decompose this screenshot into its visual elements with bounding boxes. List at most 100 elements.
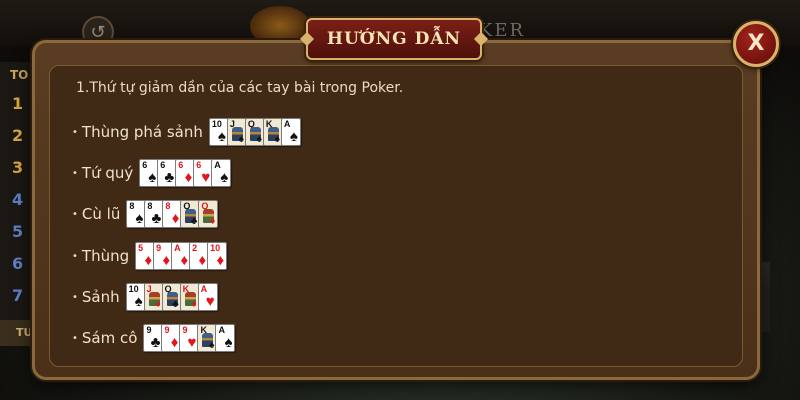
- playing-card: 6 ♦: [175, 159, 196, 187]
- close-button[interactable]: X: [733, 21, 779, 67]
- card-suit-icon: ♦: [162, 252, 171, 269]
- bullet-icon: •: [72, 126, 78, 138]
- playing-card: J ♠: [226, 118, 247, 146]
- card-suit-icon: ♠: [148, 169, 157, 186]
- playing-card: Q ♠: [244, 118, 265, 146]
- hand-name: Thùng phá sảnh: [81, 123, 203, 141]
- card-suit-icon: ♣: [172, 299, 179, 310]
- hand-row-straight: • Sảnh 10 ♠ J ♦ Q ♣ K ♦ A ♥: [72, 283, 218, 311]
- card-rank: 5: [138, 243, 144, 253]
- card-suit-icon: ♠: [209, 340, 215, 351]
- card-suit-icon: ♦: [210, 216, 216, 227]
- card-group: 5 ♦ 9 ♦ A ♦ 2 ♦ 10 ♦: [135, 242, 228, 270]
- bullet-icon: •: [72, 332, 78, 344]
- playing-card: 9 ♥: [179, 324, 200, 352]
- card-suit-icon: ♥: [205, 293, 215, 310]
- hand-row-royal-flush: • Thùng phá sảnh 10 ♠ J ♠ Q ♠ K ♠ A ♠: [72, 118, 301, 146]
- playing-card: 2 ♦: [189, 242, 210, 270]
- playing-card: K ♠: [197, 324, 218, 352]
- playing-card: Q ♦: [198, 200, 219, 228]
- card-group: 8 ♠ 8 ♣ 8 ♦ Q ♣ Q ♦: [126, 200, 219, 228]
- card-rank: 2: [192, 243, 198, 253]
- card-rank: 9: [164, 325, 170, 335]
- card-suit-icon: ♠: [134, 293, 143, 310]
- card-suit-icon: ♥: [187, 334, 197, 351]
- card-suit-icon: ♦: [180, 252, 189, 269]
- card-suit-icon: ♦: [170, 334, 179, 351]
- hand-name: Sảnh: [81, 288, 120, 306]
- playing-card: 10 ♦: [207, 242, 228, 270]
- leaderboard-footer[interactable]: TU: [0, 320, 36, 346]
- bullet-icon: •: [72, 250, 78, 262]
- playing-card: Q ♣: [180, 200, 201, 228]
- card-suit-icon: ♠: [289, 128, 298, 145]
- playing-card: 10 ♠: [208, 118, 229, 146]
- card-suit-icon: ♠: [135, 210, 144, 227]
- hand-row-three-of-a-kind: • Sám cô 9 ♣ 9 ♦ 9 ♥ K ♠ A ♠: [72, 324, 236, 352]
- bullet-icon: •: [72, 208, 78, 220]
- leaderboard-rank: 1: [12, 94, 24, 113]
- leaderboard-rank: 6: [12, 254, 24, 273]
- bullet-icon: •: [72, 167, 78, 179]
- playing-card: A ♠: [280, 118, 301, 146]
- card-suit-icon: ♠: [238, 134, 244, 145]
- instructions-intro: 1.Thứ tự giảm dần của các tay bài trong …: [76, 80, 404, 96]
- card-suit-icon: ♥: [201, 169, 211, 186]
- playing-card: A ♠: [211, 159, 232, 187]
- card-rank: 8: [129, 201, 135, 211]
- card-suit-icon: ♦: [184, 169, 193, 186]
- playing-card: 9 ♦: [161, 324, 182, 352]
- playing-card: A ♥: [197, 283, 218, 311]
- playing-card: 6 ♥: [193, 159, 214, 187]
- playing-card: A ♠: [215, 324, 236, 352]
- playing-card: 6 ♠: [139, 159, 160, 187]
- playing-card: 5 ♦: [135, 242, 156, 270]
- playing-card: A ♦: [171, 242, 192, 270]
- playing-card: K ♠: [262, 118, 283, 146]
- hand-name: Tứ quý: [81, 164, 134, 182]
- card-rank: 9: [156, 243, 162, 253]
- leaderboard-rank: 7: [12, 286, 24, 305]
- card-suit-icon: ♣: [190, 216, 198, 227]
- card-rank: 6: [178, 160, 184, 170]
- playing-card: J ♦: [143, 283, 164, 311]
- dialog-title-plate: HƯỚNG DẪN: [306, 18, 482, 60]
- leaderboard-rank: 4: [12, 190, 24, 209]
- hand-row-four-of-a-kind: • Tứ quý 6 ♠ 6 ♣ 6 ♦ 6 ♥ A ♠: [72, 159, 232, 187]
- card-suit-icon: ♠: [256, 134, 262, 145]
- playing-card: 6 ♣: [157, 159, 178, 187]
- card-suit-icon: ♠: [274, 134, 280, 145]
- card-rank: 9: [182, 325, 188, 335]
- leaderboard-rank: 2: [12, 126, 24, 145]
- card-suit-icon: ♦: [191, 299, 197, 310]
- playing-card: 9 ♦: [153, 242, 174, 270]
- playing-card: 8 ♦: [162, 200, 183, 228]
- card-group: 10 ♠ J ♦ Q ♣ K ♦ A ♥: [125, 283, 218, 311]
- playing-card: 8 ♣: [144, 200, 165, 228]
- card-suit-icon: ♣: [151, 210, 162, 227]
- leaderboard-rank: 3: [12, 158, 24, 177]
- playing-card: 9 ♣: [143, 324, 164, 352]
- bullet-icon: •: [72, 291, 78, 303]
- card-rank: 8: [165, 201, 171, 211]
- card-suit-icon: ♦: [198, 252, 207, 269]
- card-suit-icon: ♦: [144, 252, 153, 269]
- leaderboard-header: TO: [10, 68, 29, 82]
- playing-card: Q ♣: [161, 283, 182, 311]
- playing-card: 10 ♠: [125, 283, 146, 311]
- dialog-title: HƯỚNG DẪN: [326, 29, 462, 49]
- card-suit-icon: ♠: [224, 334, 233, 351]
- playing-card: 8 ♠: [126, 200, 147, 228]
- card-suit-icon: ♦: [155, 299, 161, 310]
- playing-card: K ♦: [179, 283, 200, 311]
- hand-name: Sám cô: [81, 329, 138, 347]
- card-suit-icon: ♣: [164, 169, 175, 186]
- card-suit-icon: ♣: [150, 334, 161, 351]
- card-suit-icon: ♦: [216, 252, 225, 269]
- leaderboard-rank: 5: [12, 222, 24, 241]
- card-suit-icon: ♠: [220, 169, 229, 186]
- card-group: 9 ♣ 9 ♦ 9 ♥ K ♠ A ♠: [143, 324, 236, 352]
- hand-name: Thùng: [81, 247, 130, 265]
- card-rank: 6: [142, 160, 148, 170]
- hand-name: Cù lũ: [81, 205, 121, 223]
